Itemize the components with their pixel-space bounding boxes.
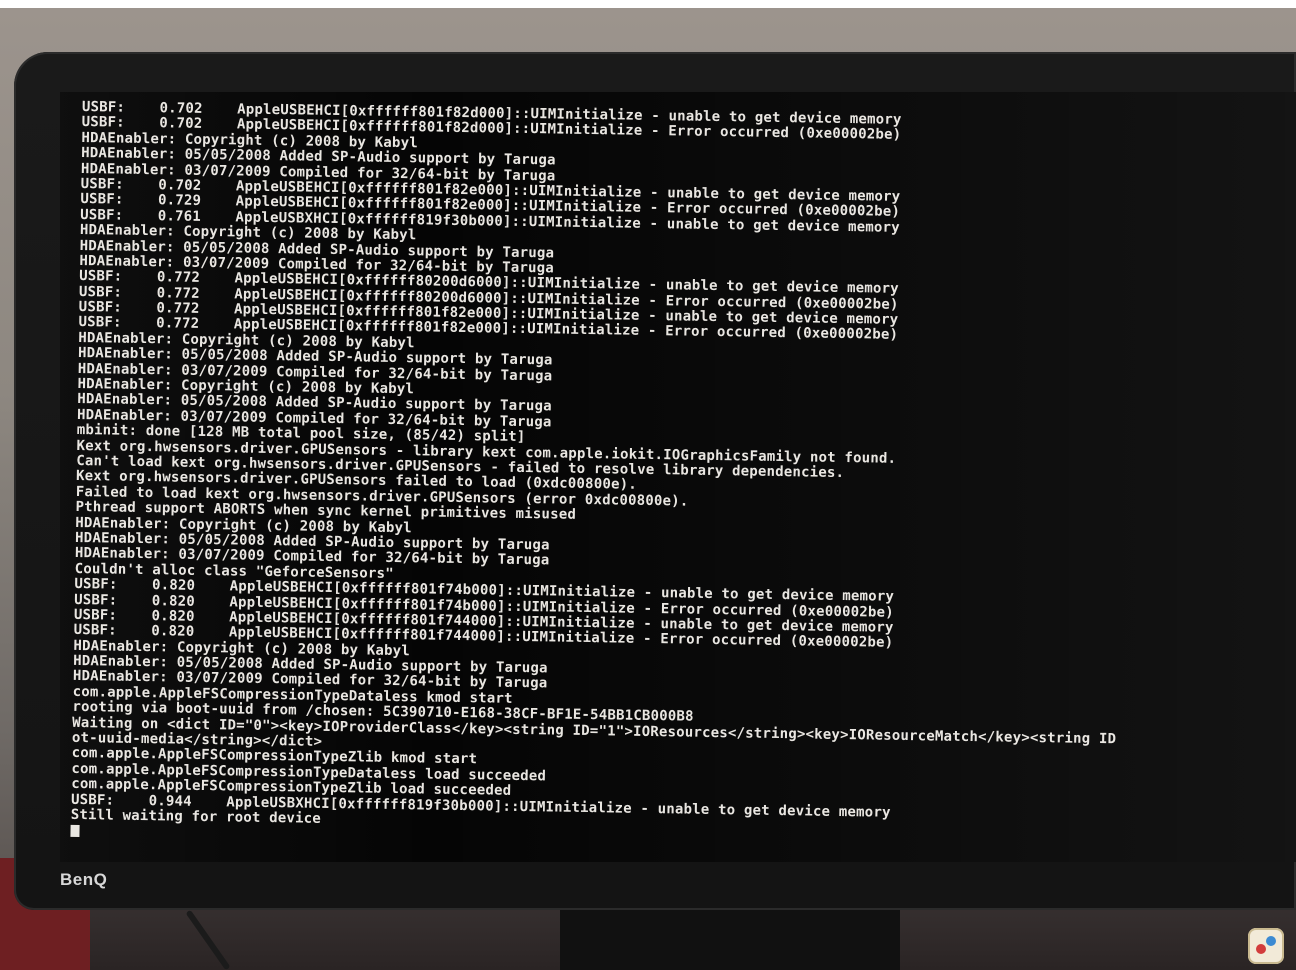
app-badge-icon [1248,928,1284,964]
boot-console-log: USBF: 0.702 AppleUSBEHCI[0xffffff801f82d… [70,99,1296,857]
monitor-brand-logo: BenQ [60,870,108,889]
text-cursor [70,825,80,838]
photo-scene: USBF: 0.702 AppleUSBEHCI[0xffffff801f82d… [0,0,1296,970]
monitor-screen: USBF: 0.702 AppleUSBEHCI[0xffffff801f82d… [60,92,1296,862]
monitor-stand [560,905,900,970]
